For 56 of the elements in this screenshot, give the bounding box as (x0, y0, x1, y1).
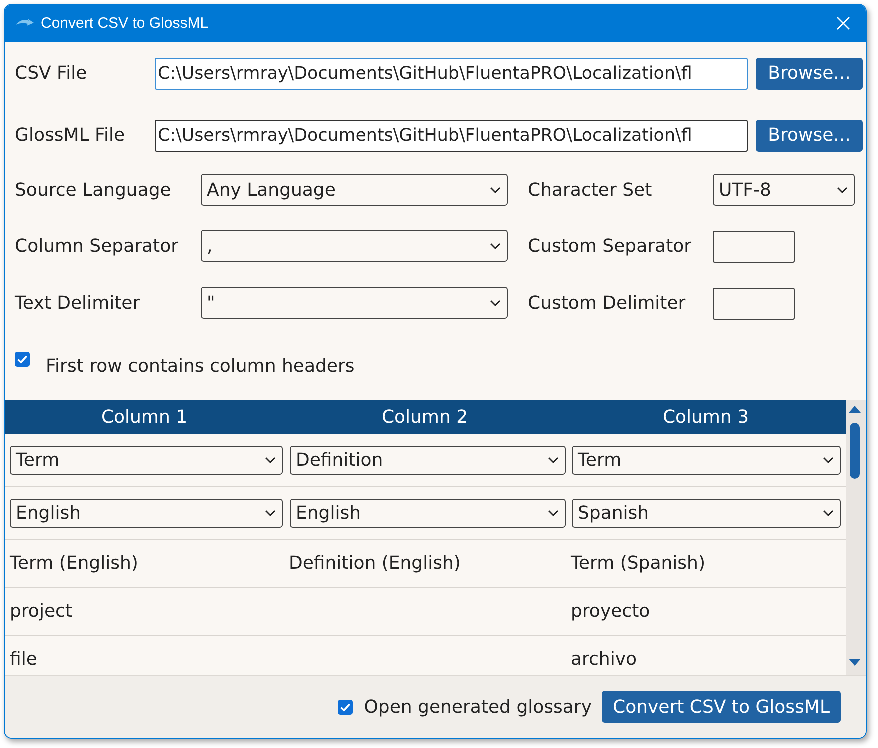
field-label: Text Delimiter (15, 292, 142, 314)
window-title: Convert CSV to GlossML (41, 15, 209, 32)
input-field[interactable] (713, 288, 795, 320)
table-cell-text: archivo (570, 649, 638, 670)
field-label: Custom Delimiter (527, 292, 687, 314)
field-label: GlossML File (15, 125, 126, 146)
chevron-down-icon (548, 510, 559, 516)
swoosh-icon (16, 19, 34, 28)
dropdown[interactable]: Spanish (572, 498, 841, 528)
dropdown[interactable]: Any Language (201, 174, 508, 206)
dropdown[interactable]: Term (572, 446, 841, 474)
dropdown[interactable]: English (290, 498, 566, 528)
scrollbar[interactable] (846, 400, 866, 675)
field-label: Custom Separator (527, 236, 693, 256)
chevron-down-icon (490, 242, 501, 250)
dropdown[interactable]: Definition (290, 446, 566, 474)
dropdown[interactable]: English (10, 498, 283, 528)
scroll-up-icon[interactable] (849, 406, 861, 413)
column-header: Column 3 (662, 406, 750, 430)
scrollbar-thumb[interactable] (850, 423, 860, 479)
dropdown[interactable]: UTF-8 (713, 174, 855, 206)
chevron-down-icon (490, 300, 501, 306)
dropdown[interactable]: Term (10, 446, 283, 474)
field-label: Character Set (527, 180, 654, 200)
checkbox-label: Open generated glossary (364, 696, 592, 718)
column-header: Column 1 (100, 406, 189, 430)
table-cell-text: file (9, 649, 38, 670)
column-header: Column 2 (380, 406, 470, 430)
convert-button[interactable]: Convert CSV to GlossML (602, 691, 841, 723)
chevron-down-icon (548, 456, 559, 464)
dropdown[interactable]: , (201, 230, 508, 262)
chevron-down-icon (490, 186, 501, 194)
path-field[interactable]: C:\Users\rmray\Documents\GitHub\FluentaPRO\Localization\fl (155, 120, 748, 152)
scroll-down-icon[interactable] (849, 659, 861, 666)
table-cell-text: proyecto (570, 601, 652, 622)
field-label: Source Language (15, 180, 172, 200)
path-field[interactable]: C:\Users\rmray\Documents\GitHub\FluentaPRO\Localization\fl (155, 58, 748, 90)
chevron-down-icon (265, 510, 276, 516)
table-cell-text: Term (Spanish) (570, 553, 706, 574)
chevron-down-icon (265, 456, 276, 464)
checkbox[interactable] (338, 700, 354, 714)
browse-button[interactable]: Browse... (756, 58, 863, 90)
table-cell-text: project (9, 601, 74, 622)
chevron-down-icon (823, 510, 834, 516)
input-field[interactable] (713, 231, 795, 263)
field-label: CSV File (15, 63, 88, 84)
table-cell-text: Term (English) (9, 553, 140, 574)
close-icon (836, 17, 850, 30)
chevron-down-icon (837, 186, 848, 194)
browse-button[interactable]: Browse... (756, 120, 863, 152)
checkbox-label: First row contains column headers (46, 355, 355, 377)
dropdown[interactable]: " (201, 287, 508, 319)
checkbox[interactable] (15, 352, 30, 367)
chevron-down-icon (823, 456, 834, 464)
field-label: Column Separator (15, 236, 180, 256)
table-cell-text: Definition (English) (288, 553, 462, 574)
